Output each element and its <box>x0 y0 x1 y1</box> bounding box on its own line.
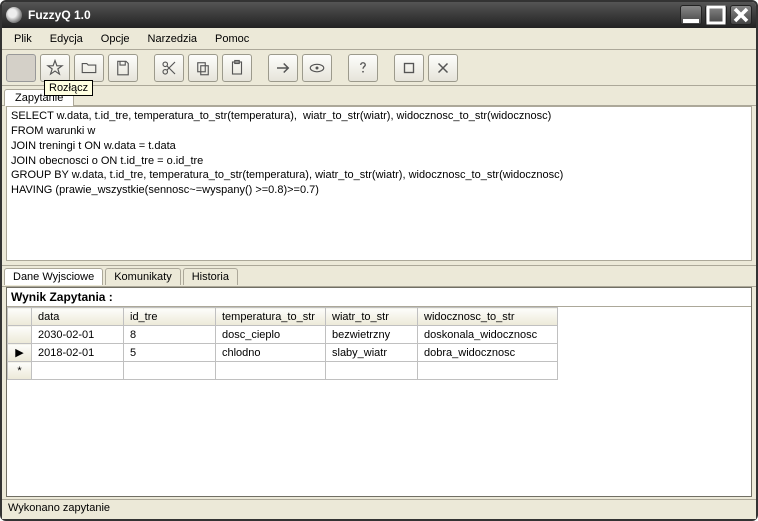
app-icon <box>6 7 22 23</box>
cell[interactable] <box>418 362 558 380</box>
menu-narzedzia[interactable]: Narzedzia <box>140 31 206 47</box>
cell[interactable] <box>32 362 124 380</box>
window-buttons <box>680 5 752 25</box>
x-icon <box>434 59 452 77</box>
row-indicator <box>8 326 32 344</box>
col-widocznosc[interactable]: widocznosc_to_str <box>418 308 558 326</box>
newrow-marker: * <box>8 362 32 380</box>
paste-icon <box>228 59 246 77</box>
tool-open-button[interactable] <box>74 54 104 82</box>
save-icon <box>114 59 132 77</box>
maximize-icon <box>706 5 726 25</box>
maximize-button[interactable] <box>705 5 727 25</box>
table-row[interactable]: 2030-02-01 8 dosc_cieplo bezwietrzny dos… <box>8 326 558 344</box>
cell[interactable] <box>124 362 216 380</box>
tool-help-button[interactable] <box>348 54 378 82</box>
col-wiatr[interactable]: wiatr_to_str <box>326 308 418 326</box>
window-title: FuzzyQ 1.0 <box>28 8 680 22</box>
col-id-tre[interactable]: id_tre <box>124 308 216 326</box>
folder-icon <box>80 59 98 77</box>
tool-run-button[interactable] <box>268 54 298 82</box>
tool-cut-button[interactable] <box>154 54 184 82</box>
help-icon <box>354 59 372 77</box>
results-grid: data id_tre temperatura_to_str wiatr_to_… <box>7 307 558 380</box>
app-window: FuzzyQ 1.0 Plik Edycja Opcje Narzedzia P… <box>0 0 758 521</box>
statusbar: Wykonano zapytanie <box>2 499 756 519</box>
cell[interactable]: dosc_cieplo <box>216 326 326 344</box>
query-editor[interactable]: SELECT w.data, t.id_tre, temperatura_to_… <box>6 106 752 261</box>
tab-dane-wyjsciowe[interactable]: Dane Wyjsciowe <box>4 268 103 285</box>
cell[interactable]: 5 <box>124 344 216 362</box>
grid-corner <box>8 308 32 326</box>
row-indicator: ▶ <box>8 344 32 362</box>
cell[interactable]: slaby_wiatr <box>326 344 418 362</box>
cell[interactable]: dobra_widocznosc <box>418 344 558 362</box>
cell[interactable]: bezwietrzny <box>326 326 418 344</box>
col-data[interactable]: data <box>32 308 124 326</box>
upper-tab-strip: Zapytanie <box>2 86 756 106</box>
menu-opcje[interactable]: Opcje <box>93 31 138 47</box>
minimize-button[interactable] <box>680 5 702 25</box>
menu-edycja[interactable]: Edycja <box>42 31 91 47</box>
table-new-row[interactable]: * <box>8 362 558 380</box>
col-temperatura[interactable]: temperatura_to_str <box>216 308 326 326</box>
tool-stop-button[interactable] <box>394 54 424 82</box>
arrow-right-icon <box>274 59 292 77</box>
star-icon <box>46 59 64 77</box>
close-button[interactable] <box>730 5 752 25</box>
tool-favorite-button[interactable] <box>40 54 70 82</box>
tooltip: Rozłącz <box>44 80 93 96</box>
tab-komunikaty[interactable]: Komunikaty <box>105 268 180 285</box>
cell[interactable]: 2030-02-01 <box>32 326 124 344</box>
cell[interactable]: doskonala_widocznosc <box>418 326 558 344</box>
table-row[interactable]: ▶ 2018-02-01 5 chlodno slaby_wiatr dobra… <box>8 344 558 362</box>
cell[interactable] <box>326 362 418 380</box>
results-grid-wrap[interactable]: data id_tre temperatura_to_str wiatr_to_… <box>7 307 751 496</box>
close-icon <box>731 5 751 25</box>
grid-header-row: data id_tre temperatura_to_str wiatr_to_… <box>8 308 558 326</box>
tool-cancel-button[interactable] <box>428 54 458 82</box>
copy-icon <box>194 59 212 77</box>
menubar: Plik Edycja Opcje Narzedzia Pomoc <box>2 28 756 50</box>
square-icon <box>400 59 418 77</box>
results-title: Wynik Zapytania : <box>7 288 751 307</box>
cell[interactable]: 8 <box>124 326 216 344</box>
results-panel: Wynik Zapytania : data id_tre temperatur… <box>6 287 752 497</box>
minimize-icon <box>681 5 701 25</box>
menu-plik[interactable]: Plik <box>6 31 40 47</box>
cell[interactable]: 2018-02-01 <box>32 344 124 362</box>
status-text: Wykonano zapytanie <box>8 502 110 514</box>
tool-connect-button[interactable] <box>6 54 36 82</box>
cell[interactable]: chlodno <box>216 344 326 362</box>
tool-view-button[interactable] <box>302 54 332 82</box>
tool-copy-button[interactable] <box>188 54 218 82</box>
tool-paste-button[interactable] <box>222 54 252 82</box>
titlebar: FuzzyQ 1.0 <box>2 2 756 28</box>
tab-historia[interactable]: Historia <box>183 268 238 285</box>
eye-icon <box>308 59 326 77</box>
scissors-icon <box>160 59 178 77</box>
menu-pomoc[interactable]: Pomoc <box>207 31 257 47</box>
lower-tab-strip: Dane Wyjsciowe Komunikaty Historia <box>2 265 756 287</box>
tool-save-button[interactable] <box>108 54 138 82</box>
cell[interactable] <box>216 362 326 380</box>
toolbar: Rozłącz <box>2 50 756 86</box>
